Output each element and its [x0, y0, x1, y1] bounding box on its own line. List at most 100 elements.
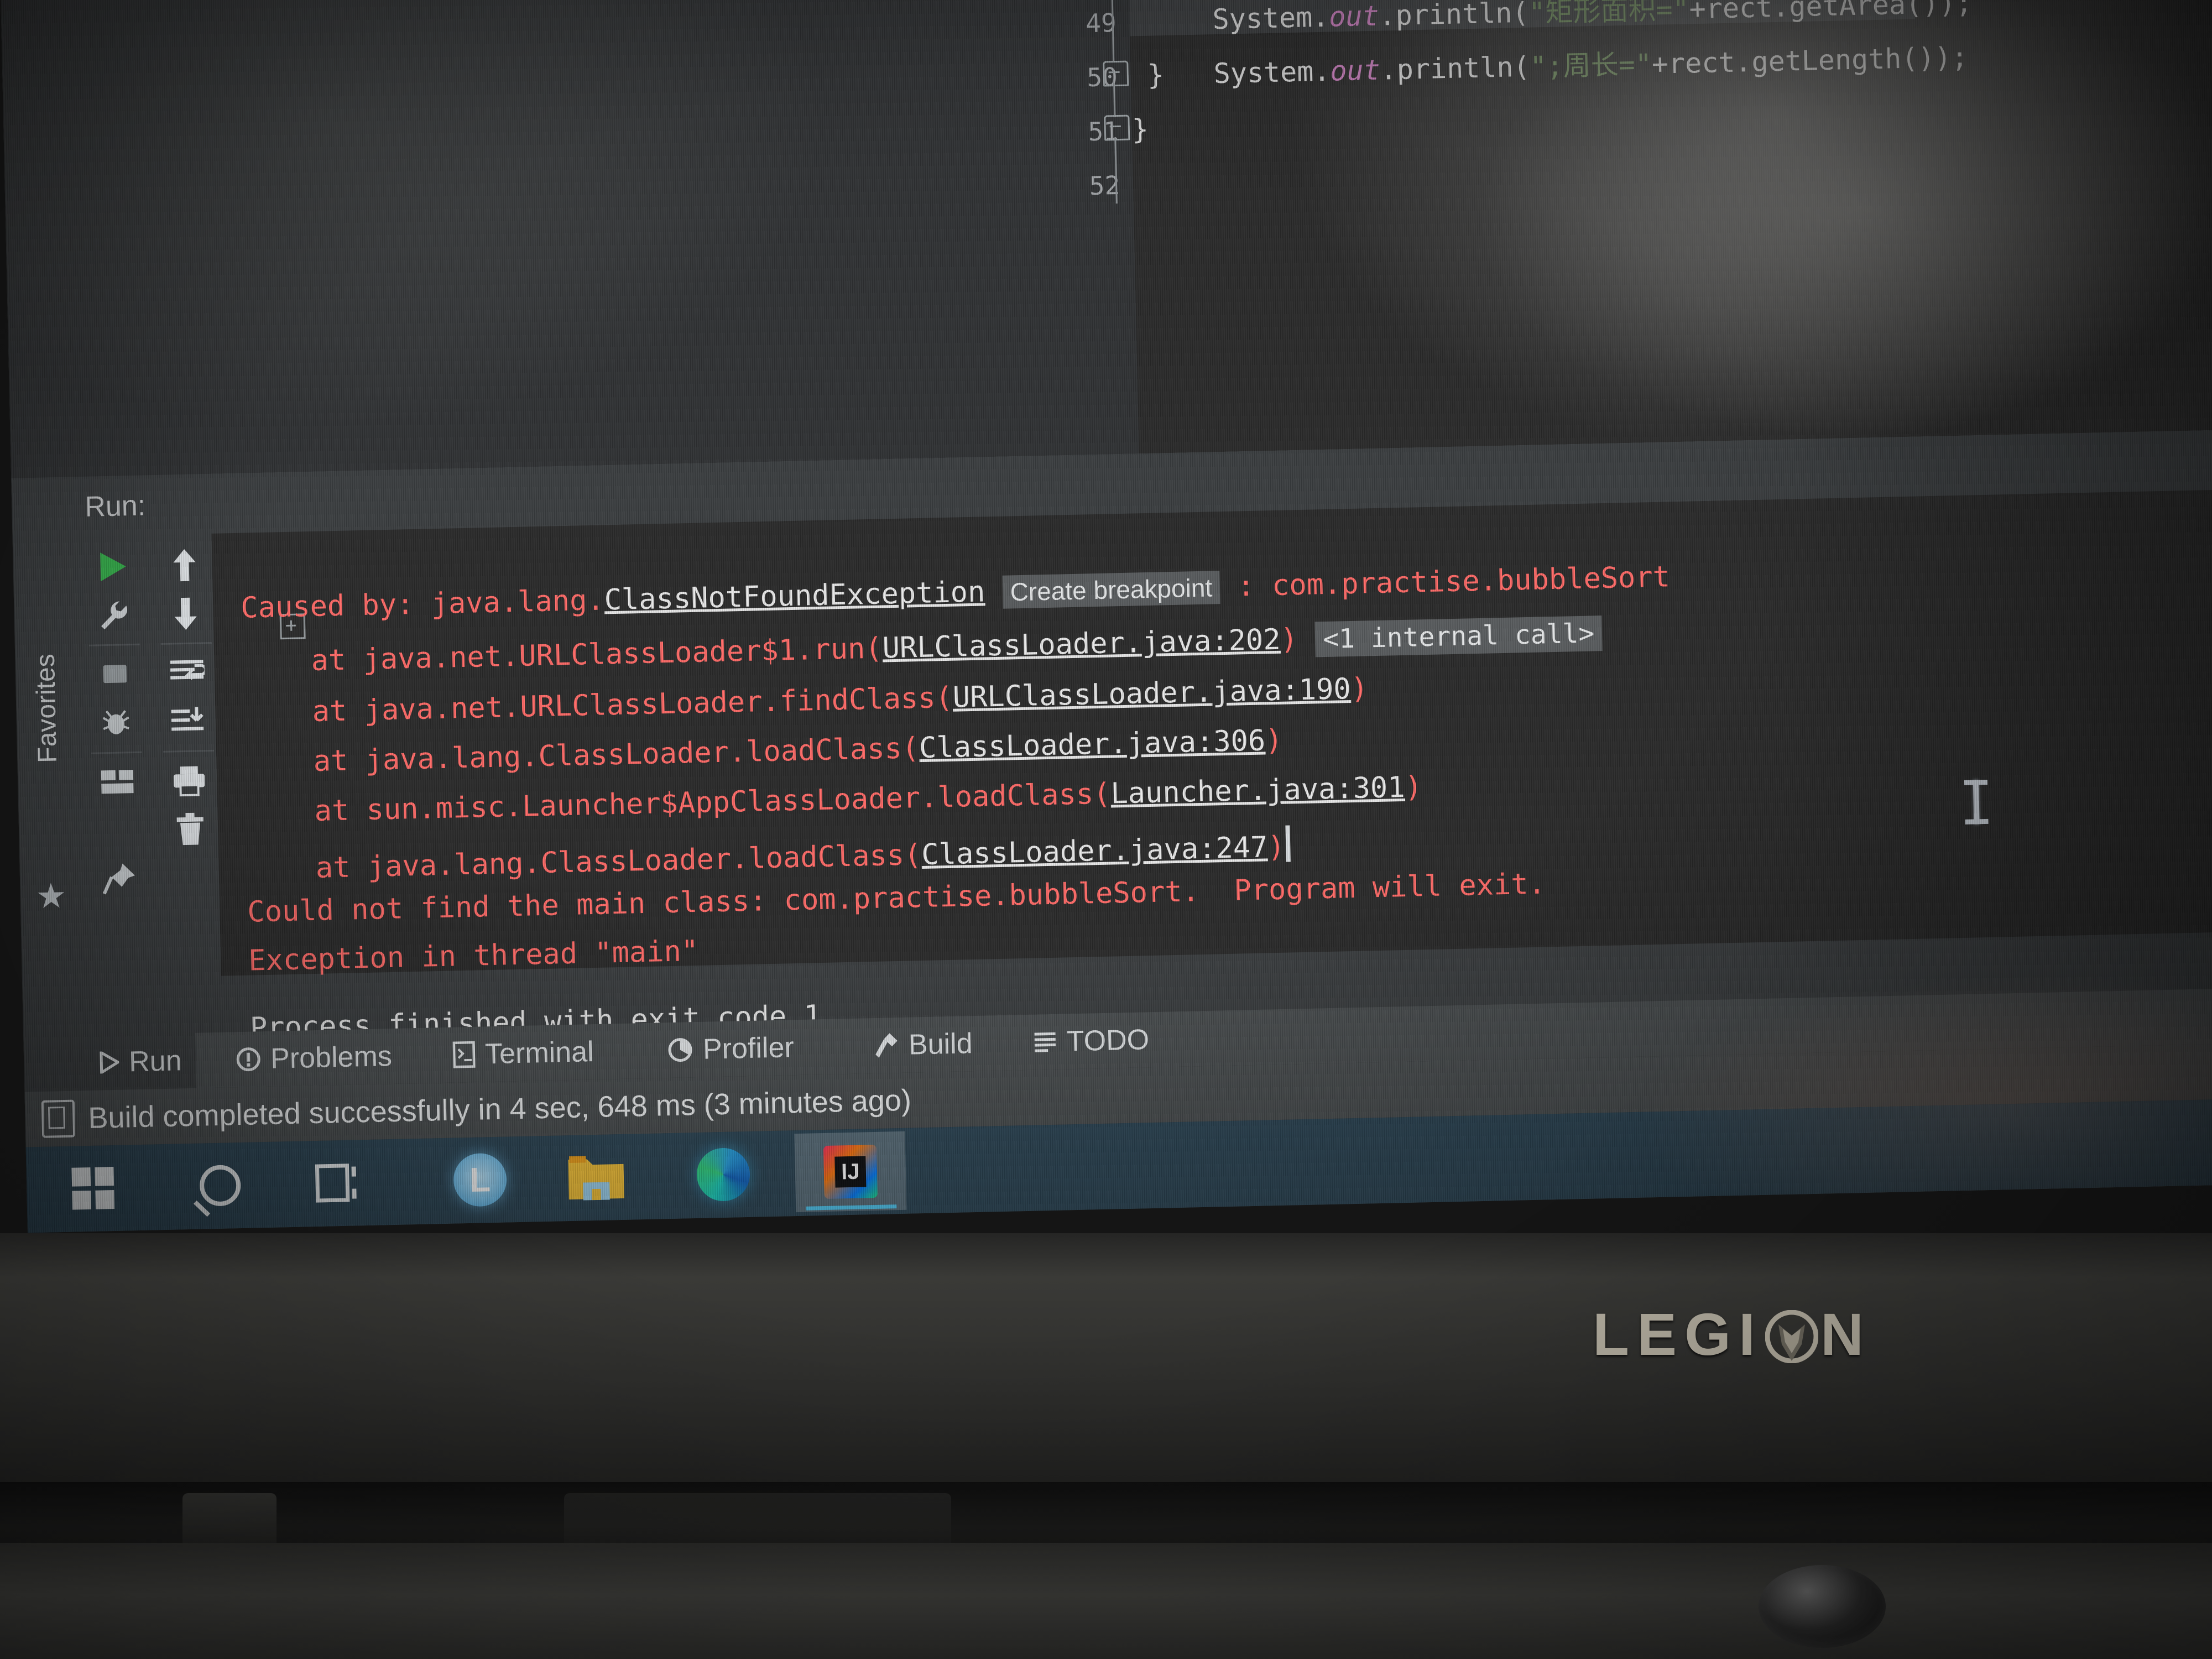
print-button[interactable] — [155, 756, 223, 806]
source-link[interactable]: ClassLoader.java:247 — [921, 831, 1268, 872]
tab-run-label: Run — [128, 1045, 182, 1078]
console-line-frame-5[interactable]: at java.lang.ClassLoader.loadClass(Class… — [246, 825, 1291, 885]
tab-todo-label: TODO — [1066, 1024, 1150, 1058]
source-link[interactable]: Launcher.java:301 — [1110, 771, 1405, 811]
run-icon — [100, 1051, 119, 1074]
tab-terminal-label: Terminal — [484, 1036, 594, 1071]
tab-terminal[interactable]: Terminal — [438, 1024, 609, 1083]
layout-icon — [101, 770, 134, 794]
console-text-caret — [1285, 825, 1291, 862]
search-icon — [199, 1165, 241, 1207]
code-token-system: System. — [1213, 55, 1331, 90]
code-token-println: .println( — [1378, 0, 1530, 32]
console-line-caused-by[interactable]: Caused by: java.lang.ClassNotFoundExcept… — [241, 560, 1671, 624]
task-view-icon — [315, 1164, 357, 1203]
laptop-photo-scene: 48 49 50 51 52 ;周长="+circle.getLength())… — [0, 0, 2212, 1659]
wrench-icon — [101, 601, 127, 630]
editor-code-pane[interactable]: 48 49 50 51 52 ;周长="+circle.getLength())… — [962, 0, 2212, 493]
code-token-call-len: +rect.getLength()); — [1651, 41, 1969, 80]
trash-icon — [176, 812, 204, 846]
legion-logo-mark — [1765, 1308, 1819, 1363]
pin-tab-button[interactable] — [86, 853, 153, 904]
create-breakpoint-badge[interactable]: Create breakpoint — [1001, 571, 1220, 609]
up-stack-button[interactable] — [151, 540, 218, 591]
down-stack-button[interactable] — [152, 589, 220, 639]
star-icon: ★ — [35, 877, 67, 916]
arrow-up-icon — [173, 549, 196, 582]
run-tool-window: bubbleSort (1) × Run: — [72, 430, 2212, 1045]
code-token-out: out — [1328, 0, 1380, 33]
terminal-icon — [452, 1041, 476, 1068]
intellij-idea-button[interactable]: IJ — [794, 1131, 907, 1213]
attach-debugger-button[interactable] — [82, 698, 150, 748]
code-line-49[interactable]: System.out.println("矩形面积="+rect.getArea(… — [1212, 0, 1973, 36]
console-line-frame-3[interactable]: at java.lang.ClassLoader.loadClass(Class… — [244, 724, 1283, 778]
legion-logo-text-leg: LEGI — [1593, 1301, 1764, 1368]
edit-configurations-button[interactable] — [80, 590, 148, 640]
source-link[interactable]: ClassLoader.java:306 — [919, 724, 1266, 765]
rerun-button[interactable] — [79, 542, 147, 592]
start-button[interactable] — [37, 1148, 149, 1229]
tab-todo[interactable]: TODO — [1019, 1012, 1164, 1071]
stop-icon — [103, 665, 127, 684]
internal-call-badge[interactable]: <1 internal call> — [1314, 615, 1603, 658]
console-line-frame-1[interactable]: at java.net.URLClassLoader$1.run(URLClas… — [242, 615, 1603, 677]
exception-class-link[interactable]: ClassNotFoundException — [604, 575, 985, 617]
task-view-button[interactable] — [286, 1142, 398, 1223]
toolbar-divider — [163, 749, 215, 753]
editor-left-blank-pane — [0, 0, 974, 514]
laptop-lid-bottom — [0, 1233, 2212, 1510]
source-link[interactable]: URLClassLoader.java:190 — [952, 672, 1351, 714]
edge-button[interactable] — [667, 1134, 779, 1215]
favorites-label[interactable]: Favorites — [29, 617, 64, 800]
event-log-icon[interactable] — [41, 1099, 76, 1138]
laptop-screen: 48 49 50 51 52 ;周长="+circle.getLength())… — [0, 0, 2212, 1233]
edge-icon — [696, 1147, 750, 1202]
pin-icon — [102, 863, 135, 895]
legion-logo-text-n: N — [1820, 1301, 1872, 1368]
intellij-idea-icon: IJ — [823, 1144, 878, 1199]
tab-build[interactable]: Build — [858, 1016, 988, 1074]
code-token-call-area: +rect.getArea()); — [1689, 0, 1973, 25]
clear-all-button[interactable] — [156, 805, 224, 855]
profiler-icon — [668, 1038, 692, 1062]
soft-wrap-button[interactable] — [153, 648, 221, 698]
folder-icon — [568, 1156, 624, 1201]
tab-profiler[interactable]: Profiler — [653, 1020, 809, 1078]
code-token-string-len: ";周长=" — [1529, 48, 1652, 83]
code-line-50-brace[interactable]: } — [1147, 59, 1164, 91]
code-fold-marker[interactable] — [1104, 114, 1130, 141]
toolbar-divider — [91, 751, 143, 754]
code-fold-marker[interactable] — [1103, 60, 1129, 87]
layout-button[interactable] — [84, 757, 151, 807]
run-icon — [100, 552, 126, 582]
laptop-knob — [1759, 1565, 1886, 1648]
bug-icon — [102, 710, 129, 734]
code-line-51-brace[interactable]: } — [1131, 113, 1149, 146]
code-token-out: out — [1329, 54, 1381, 87]
print-icon — [174, 766, 205, 797]
console-line-frame-2[interactable]: at java.net.URLClassLoader.findClass(URL… — [243, 672, 1369, 728]
tab-problems-label: Problems — [270, 1040, 393, 1075]
scroll-to-end-button[interactable] — [154, 697, 222, 747]
run-window-body: Caused by: java.lang.ClassNotFoundExcept… — [73, 489, 2212, 1045]
search-button[interactable] — [164, 1145, 276, 1226]
tab-run[interactable]: Run — [84, 1032, 197, 1091]
run-toolbar-column-left — [79, 542, 153, 904]
file-explorer-button[interactable] — [540, 1137, 652, 1218]
lenovo-vantage-button[interactable]: L — [424, 1139, 536, 1220]
tab-build-label: Build — [908, 1027, 973, 1061]
run-window-label: Run: — [84, 489, 146, 523]
run-console-output[interactable]: Caused by: java.lang.ClassNotFoundExcept… — [211, 489, 2212, 1045]
source-link[interactable]: URLClassLoader.java:202 — [882, 623, 1281, 665]
stop-button[interactable] — [81, 649, 149, 700]
code-line-50[interactable]: System.out.println(";周长="+rect.getLength… — [1213, 41, 1969, 90]
build-status-message[interactable]: Build completed successfully in 4 sec, 6… — [88, 1083, 912, 1135]
tab-problems[interactable]: Problems — [221, 1028, 407, 1087]
todo-list-icon — [1034, 1032, 1056, 1052]
console-line-frame-4[interactable]: at sun.misc.Launcher$AppClassLoader.load… — [245, 770, 1422, 828]
warning-circle-icon — [236, 1047, 260, 1072]
scroll-to-end-icon — [171, 707, 204, 731]
console-line-exception-in-thread[interactable]: Exception in thread "main" — [248, 935, 699, 978]
code-token-system: System. — [1212, 1, 1329, 36]
